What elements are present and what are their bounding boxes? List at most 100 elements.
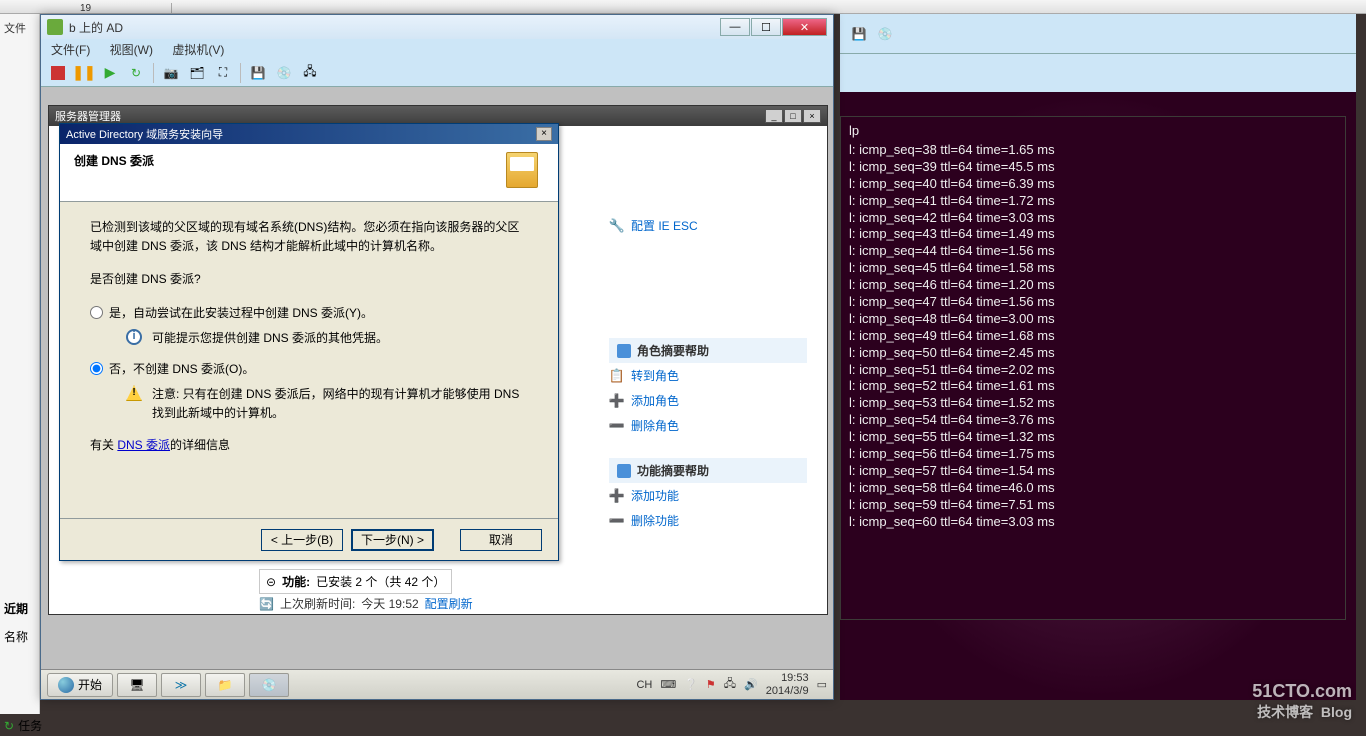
terminal-line: l: icmp_seq=51 ttl=64 time=2.02 ms (849, 362, 1337, 379)
taskbar-app-media[interactable]: 💿 (249, 673, 289, 697)
collapse-icon[interactable]: ⊝ (266, 575, 276, 589)
guest-taskbar: 开始 🖥 ≫ 📁 💿 CH ⌨ ❔ ⚑ 🖧 🔊 19:53 2014/3/9 ▭ (41, 669, 833, 699)
terminal-line: l: icmp_seq=46 ttl=64 time=1.20 ms (849, 277, 1337, 294)
tray-show-desktop[interactable]: ▭ (817, 678, 827, 691)
radio-yes-input[interactable] (90, 306, 103, 319)
start-button[interactable]: 开始 (47, 673, 113, 697)
goto-role-link[interactable]: 📋转到角色 (609, 363, 807, 388)
terminal-line: l: icmp_seq=44 ttl=64 time=1.56 ms (849, 243, 1337, 260)
tray-help-icon[interactable]: ❔ (684, 678, 698, 691)
maximize-button[interactable]: ☐ (751, 18, 781, 36)
menu-vm[interactable]: 虚拟机(V) (172, 43, 224, 57)
cancel-button[interactable]: 取消 (460, 529, 542, 551)
cdrom-icon[interactable]: 💿 (275, 64, 293, 82)
next-button[interactable]: 下一步(N) > (351, 529, 434, 551)
role-summary-header: 角色摘要帮助 (609, 338, 807, 363)
tray-sound-icon[interactable]: 🔊 (744, 678, 758, 691)
more-info-text: 有关 DNS 委派的详细信息 (90, 436, 528, 455)
terminal-line: l: icmp_seq=55 ttl=64 time=1.32 ms (849, 429, 1337, 446)
snapshot-mgr-icon[interactable]: 🗂 (188, 64, 206, 82)
dns-delegation-link[interactable]: DNS 委派 (117, 438, 170, 452)
disk-icon[interactable]: 💾 (850, 25, 868, 43)
terminal-line: l: icmp_seq=60 ttl=64 time=3.03 ms (849, 514, 1337, 531)
stop-button[interactable] (49, 64, 67, 82)
wizard-close-button[interactable]: × (536, 127, 552, 141)
server-manager-title: 服务器管理器 (55, 108, 764, 124)
fullscreen-icon[interactable]: ⛶ (214, 64, 232, 82)
wizard-question: 是否创建 DNS 委派? (90, 270, 528, 289)
refresh-icon: 🔄 (259, 597, 274, 611)
terminal-line: l: icmp_seq=54 ttl=64 time=3.76 ms (849, 412, 1337, 429)
vmware-console-window: b 上的 AD — ☐ ✕ 文件(F) 视图(W) 虚拟机(V) ❚❚ ▶ ↻ … (40, 14, 834, 700)
wizard-titlebar[interactable]: Active Directory 域服务安装向导 × (60, 124, 558, 144)
config-refresh-link[interactable]: 配置刷新 (425, 595, 473, 612)
tray-keyboard-icon[interactable]: ⌨ (660, 678, 676, 691)
close-button[interactable]: ✕ (782, 18, 827, 36)
terminal-line: l: icmp_seq=45 ttl=64 time=1.58 ms (849, 260, 1337, 277)
cd-icon[interactable]: 💿 (876, 25, 894, 43)
task-row: ↻ 任务 (4, 717, 42, 734)
guest-desktop: 服务器管理器 _ □ × 任务，并添加或删除服务器角色和功能。 🔧配置 IE E… (41, 87, 833, 699)
start-orb-icon (58, 677, 74, 693)
wizard-book-icon (506, 152, 546, 192)
taskbar-app-server-manager[interactable]: 🖥 (117, 673, 157, 697)
refresh-label: 上次刷新时间: (280, 595, 355, 612)
radio-no-delegation[interactable]: 否，不创建 DNS 委派(O)。 (90, 360, 528, 379)
terminal-window[interactable]: lp l: icmp_seq=38 ttl=64 time=1.65 msl: … (840, 116, 1346, 620)
radio-yes-label: 是，自动尝试在此安装过程中创建 DNS 委派(Y)。 (109, 304, 373, 323)
menu-file[interactable]: 文件(F) (51, 43, 90, 57)
terminal-line: l: icmp_seq=53 ttl=64 time=1.52 ms (849, 395, 1337, 412)
nic-icon[interactable]: 🖧 (301, 64, 319, 82)
floppy-icon[interactable]: 💾 (249, 64, 267, 82)
radio-create-delegation[interactable]: 是，自动尝试在此安装过程中创建 DNS 委派(Y)。 (90, 304, 528, 323)
wizard-header: 创建 DNS 委派 (60, 144, 558, 202)
vm-menubar: 文件(F) 视图(W) 虚拟机(V) (41, 39, 833, 59)
taskbar-app-powershell[interactable]: ≫ (161, 673, 201, 697)
add-feature-link[interactable]: ➕添加功能 (609, 483, 807, 508)
reset-button[interactable]: ↻ (127, 64, 145, 82)
srvmgr-close-button[interactable]: × (803, 109, 821, 123)
terminal-line: l: icmp_seq=38 ttl=64 time=1.65 ms (849, 142, 1337, 159)
watermark: 51CTO.com 技术博客 Blog (1252, 681, 1352, 722)
terminal-line: l: icmp_seq=49 ttl=64 time=1.68 ms (849, 328, 1337, 345)
tray-network-icon[interactable]: 🖧 (724, 675, 736, 694)
taskbar-app-explorer[interactable]: 📁 (205, 673, 245, 697)
radio-no-input[interactable] (90, 362, 103, 375)
vm-toolbar: ❚❚ ▶ ↻ 📷 🗂 ⛶ 💾 💿 🖧 (41, 59, 833, 87)
vm-titlebar[interactable]: b 上的 AD — ☐ ✕ (41, 15, 833, 39)
play-button[interactable]: ▶ (101, 64, 119, 82)
delete-feature-link[interactable]: ➖删除功能 (609, 508, 807, 533)
ime-indicator[interactable]: CH (636, 679, 652, 691)
name-column-label: 名称 (4, 628, 28, 645)
wizard-title: Active Directory 域服务安装向导 (66, 126, 536, 142)
system-tray: CH ⌨ ❔ ⚑ 🖧 🔊 19:53 2014/3/9 ▭ (636, 672, 827, 696)
sidebar-file-label[interactable]: 文件 (2, 18, 37, 38)
ad-wizard-dialog: Active Directory 域服务安装向导 × 创建 DNS 委派 已检测… (59, 123, 559, 561)
terminal-line: l: icmp_seq=42 ttl=64 time=3.03 ms (849, 210, 1337, 227)
terminal-line: l: icmp_seq=41 ttl=64 time=1.72 ms (849, 193, 1337, 210)
terminal-line: l: icmp_seq=47 ttl=64 time=1.56 ms (849, 294, 1337, 311)
add-role-link[interactable]: ➕添加角色 (609, 388, 807, 413)
terminal-line: l: icmp_seq=39 ttl=64 time=45.5 ms (849, 159, 1337, 176)
feature-summary-header: 功能摘要帮助 (609, 458, 807, 483)
srvmgr-minimize-button[interactable]: _ (765, 109, 783, 123)
task-arrow-icon: ↻ (4, 719, 14, 733)
minimize-button[interactable]: — (720, 18, 750, 36)
menu-view[interactable]: 视图(W) (110, 43, 153, 57)
wizard-body: 已检测到该域的父区域的现有域名系统(DNS)结构。您必须在指向该服务器的父区域中… (60, 202, 558, 485)
pause-button[interactable]: ❚❚ (75, 64, 93, 82)
wizard-step-title: 创建 DNS 委派 (74, 152, 544, 169)
recent-tasks-label: 近期 (4, 600, 28, 617)
snapshot-icon[interactable]: 📷 (162, 64, 180, 82)
terminal-text: lp (849, 121, 1337, 142)
tray-clock[interactable]: 19:53 2014/3/9 (766, 672, 809, 696)
back-button[interactable]: < 上一步(B) (261, 529, 343, 551)
watermark-line3: Blog (1321, 704, 1352, 720)
tray-action-center-icon[interactable]: ⚑ (706, 678, 716, 691)
config-ie-esc-link[interactable]: 🔧配置 IE ESC (609, 213, 807, 238)
terminal-line: l: icmp_seq=59 ttl=64 time=7.51 ms (849, 497, 1337, 514)
delete-role-link[interactable]: ➖删除角色 (609, 413, 807, 438)
srvmgr-maximize-button[interactable]: □ (784, 109, 802, 123)
info-icon: i (126, 329, 142, 345)
start-label: 开始 (78, 676, 102, 693)
